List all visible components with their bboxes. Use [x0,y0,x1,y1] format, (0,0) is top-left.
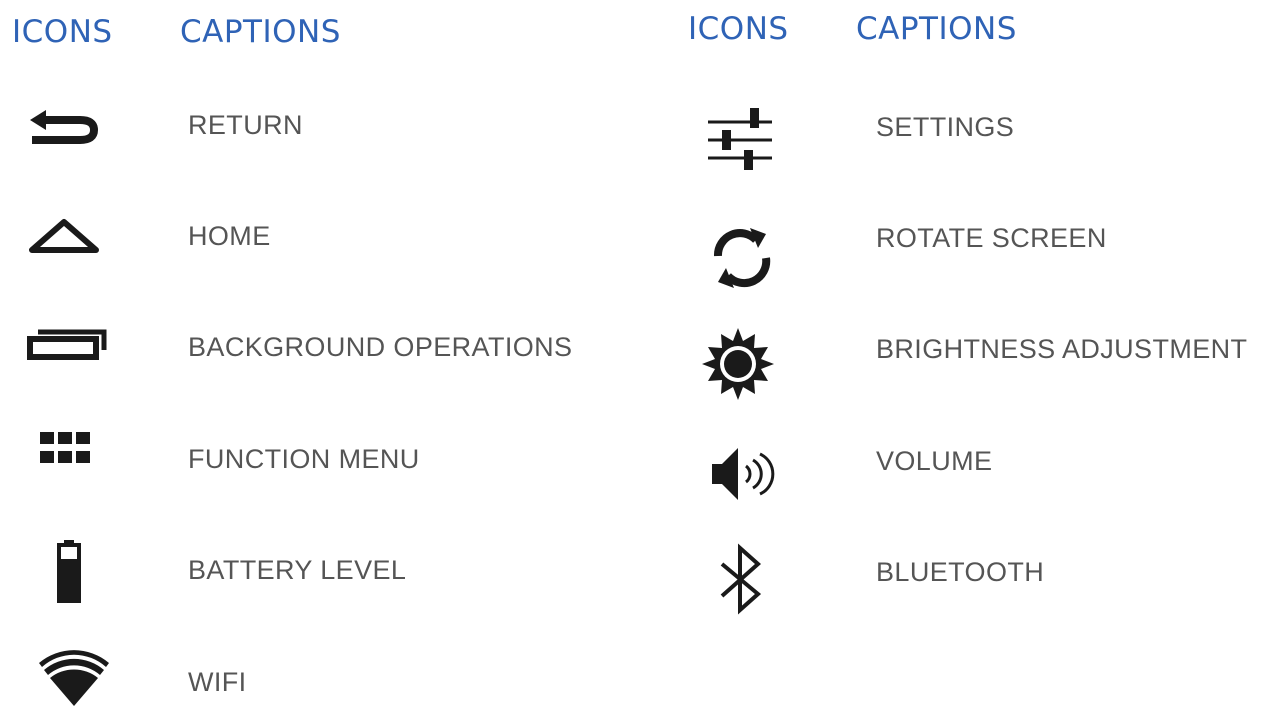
caption-background-operations: BACKGROUND OPERATIONS [188,332,573,362]
left-icons-header: ICONS [12,14,113,50]
rotate-screen-icon [702,216,782,296]
volume-icon [700,434,780,514]
caption-wifi: WIFI [188,667,247,697]
brightness-icon [698,324,778,404]
battery-icon [26,532,106,612]
left-captions-header: CAPTIONS [180,14,341,50]
caption-function-menu: FUNCTION MENU [188,444,420,474]
function-menu-icon [24,418,104,498]
home-icon [24,198,104,278]
return-icon [24,86,104,166]
caption-volume: VOLUME [876,446,993,476]
caption-rotate-screen: ROTATE SCREEN [876,223,1107,253]
caption-settings: SETTINGS [876,112,1015,142]
caption-return: RETURN [188,110,303,140]
caption-home: HOME [188,221,271,251]
caption-bluetooth: BLUETOOTH [876,557,1045,587]
right-captions-header: CAPTIONS [856,11,1017,47]
caption-battery-level: BATTERY LEVEL [188,555,407,585]
settings-sliders-icon [700,100,780,180]
caption-brightness-adjustment: BRIGHTNESS ADJUSTMENT [876,334,1248,364]
wifi-icon [34,640,114,720]
right-icons-header: ICONS [688,11,789,47]
background-operations-icon [24,310,107,390]
bluetooth-icon [702,543,782,624]
